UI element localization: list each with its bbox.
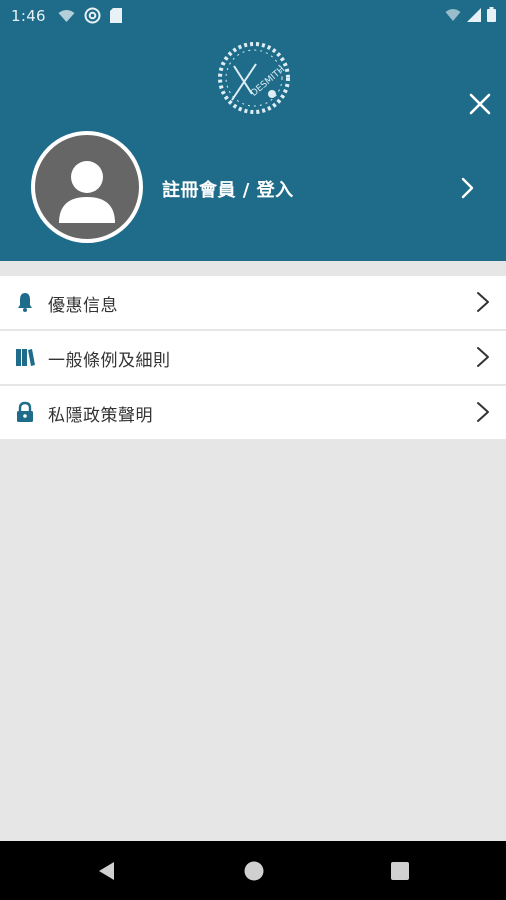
drawer-menu: 優惠信息 一般條例及細則 私隱政策聲明: [0, 276, 506, 441]
menu-item-promotions[interactable]: 優惠信息: [0, 276, 506, 331]
books-icon: [16, 349, 35, 366]
menu-item-label: 私隱政策聲明: [48, 406, 153, 426]
drawer-header: 1:46 DESMITH 註冊會員 / 登入: [0, 0, 506, 261]
menu-item-privacy[interactable]: 私隱政策聲明: [0, 386, 506, 441]
avatar[interactable]: [31, 131, 143, 243]
brand-logo: DESMITH: [218, 42, 290, 114]
user-icon: [59, 161, 115, 223]
chevron-right-icon: [477, 402, 489, 422]
chevron-right-icon[interactable]: [456, 176, 480, 200]
home-icon[interactable]: [243, 860, 265, 882]
menu-item-label: 優惠信息: [48, 296, 118, 316]
at-icon: [84, 7, 101, 24]
bell-icon: [18, 293, 32, 312]
status-time: 1:46: [11, 7, 46, 25]
chevron-right-icon: [477, 347, 489, 367]
battery-icon: [487, 7, 496, 22]
lock-icon: [17, 401, 33, 422]
back-icon[interactable]: [96, 860, 118, 882]
chevron-right-icon: [477, 292, 489, 312]
sim-icon: [110, 8, 122, 23]
recents-icon[interactable]: [389, 860, 411, 882]
menu-item-label: 一般條例及細則: [48, 351, 171, 371]
cell-signal-icon: [467, 7, 481, 22]
close-icon[interactable]: [466, 90, 494, 118]
wifi-signal-icon: [445, 8, 461, 21]
system-navigation-bar: [0, 841, 506, 900]
status-bar: 1:46: [0, 0, 506, 32]
wifi-icon: [58, 9, 75, 22]
register-login-link[interactable]: 註冊會員 / 登入: [162, 176, 294, 202]
menu-item-terms[interactable]: 一般條例及細則: [0, 331, 506, 386]
